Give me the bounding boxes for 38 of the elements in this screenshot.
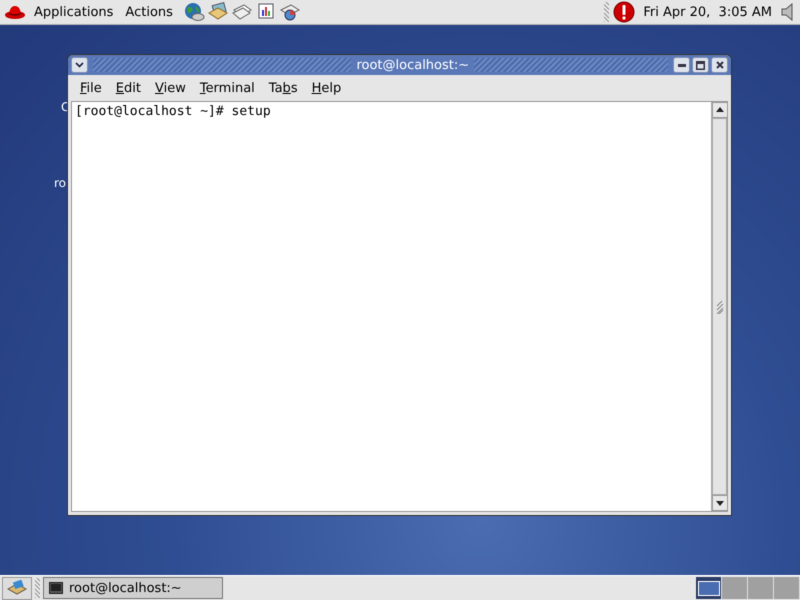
- presentation-icon[interactable]: [278, 2, 301, 22]
- menu-item[interactable]: Help: [306, 78, 348, 98]
- scroll-down-icon[interactable]: [712, 495, 728, 511]
- menu-item[interactable]: Terminal: [194, 78, 261, 98]
- minimize-icon: [678, 64, 686, 66]
- window-title: root@localhost:~: [356, 58, 470, 72]
- maximize-button[interactable]: [692, 57, 709, 73]
- window-menu-button[interactable]: [71, 57, 88, 73]
- menu-item[interactable]: Tabs: [262, 78, 304, 98]
- panel-handle[interactable]: [35, 578, 40, 598]
- globe-icon[interactable]: [182, 2, 205, 22]
- scroll-up-icon[interactable]: [712, 102, 728, 118]
- desktop-icon-label[interactable]: ro: [54, 176, 70, 190]
- panel-menu[interactable]: Applications: [30, 4, 118, 20]
- documents-icon[interactable]: [230, 2, 253, 22]
- show-desktop-button[interactable]: [2, 576, 32, 600]
- panel-menu[interactable]: Actions: [121, 4, 177, 20]
- taskbar-button[interactable]: root@localhost:~: [43, 577, 223, 599]
- window-thumbnail: [698, 580, 720, 596]
- grip-icon: [716, 300, 724, 314]
- menu-item[interactable]: Edit: [110, 78, 147, 98]
- clock[interactable]: Fri Apr 20, 3:05 AM: [643, 4, 772, 20]
- close-button[interactable]: [711, 57, 728, 73]
- hat-icon[interactable]: [4, 4, 26, 20]
- menu-item[interactable]: File: [74, 78, 108, 98]
- terminal-area[interactable]: [root@localhost ~]# setup: [72, 102, 711, 511]
- workspace-button[interactable]: [696, 577, 722, 599]
- terminal-line: [root@localhost ~]# setup: [75, 104, 272, 119]
- close-icon: [716, 61, 724, 69]
- maximize-icon: [696, 60, 705, 70]
- menu-item[interactable]: View: [148, 78, 192, 98]
- mail-icon[interactable]: [206, 2, 229, 22]
- alert-icon[interactable]: [613, 1, 636, 23]
- chevron-down-icon: [75, 62, 84, 68]
- panel-handle[interactable]: [604, 2, 610, 22]
- terminal-icon: [49, 582, 63, 594]
- minimize-button[interactable]: [673, 57, 690, 73]
- desktop-icon: [7, 580, 27, 596]
